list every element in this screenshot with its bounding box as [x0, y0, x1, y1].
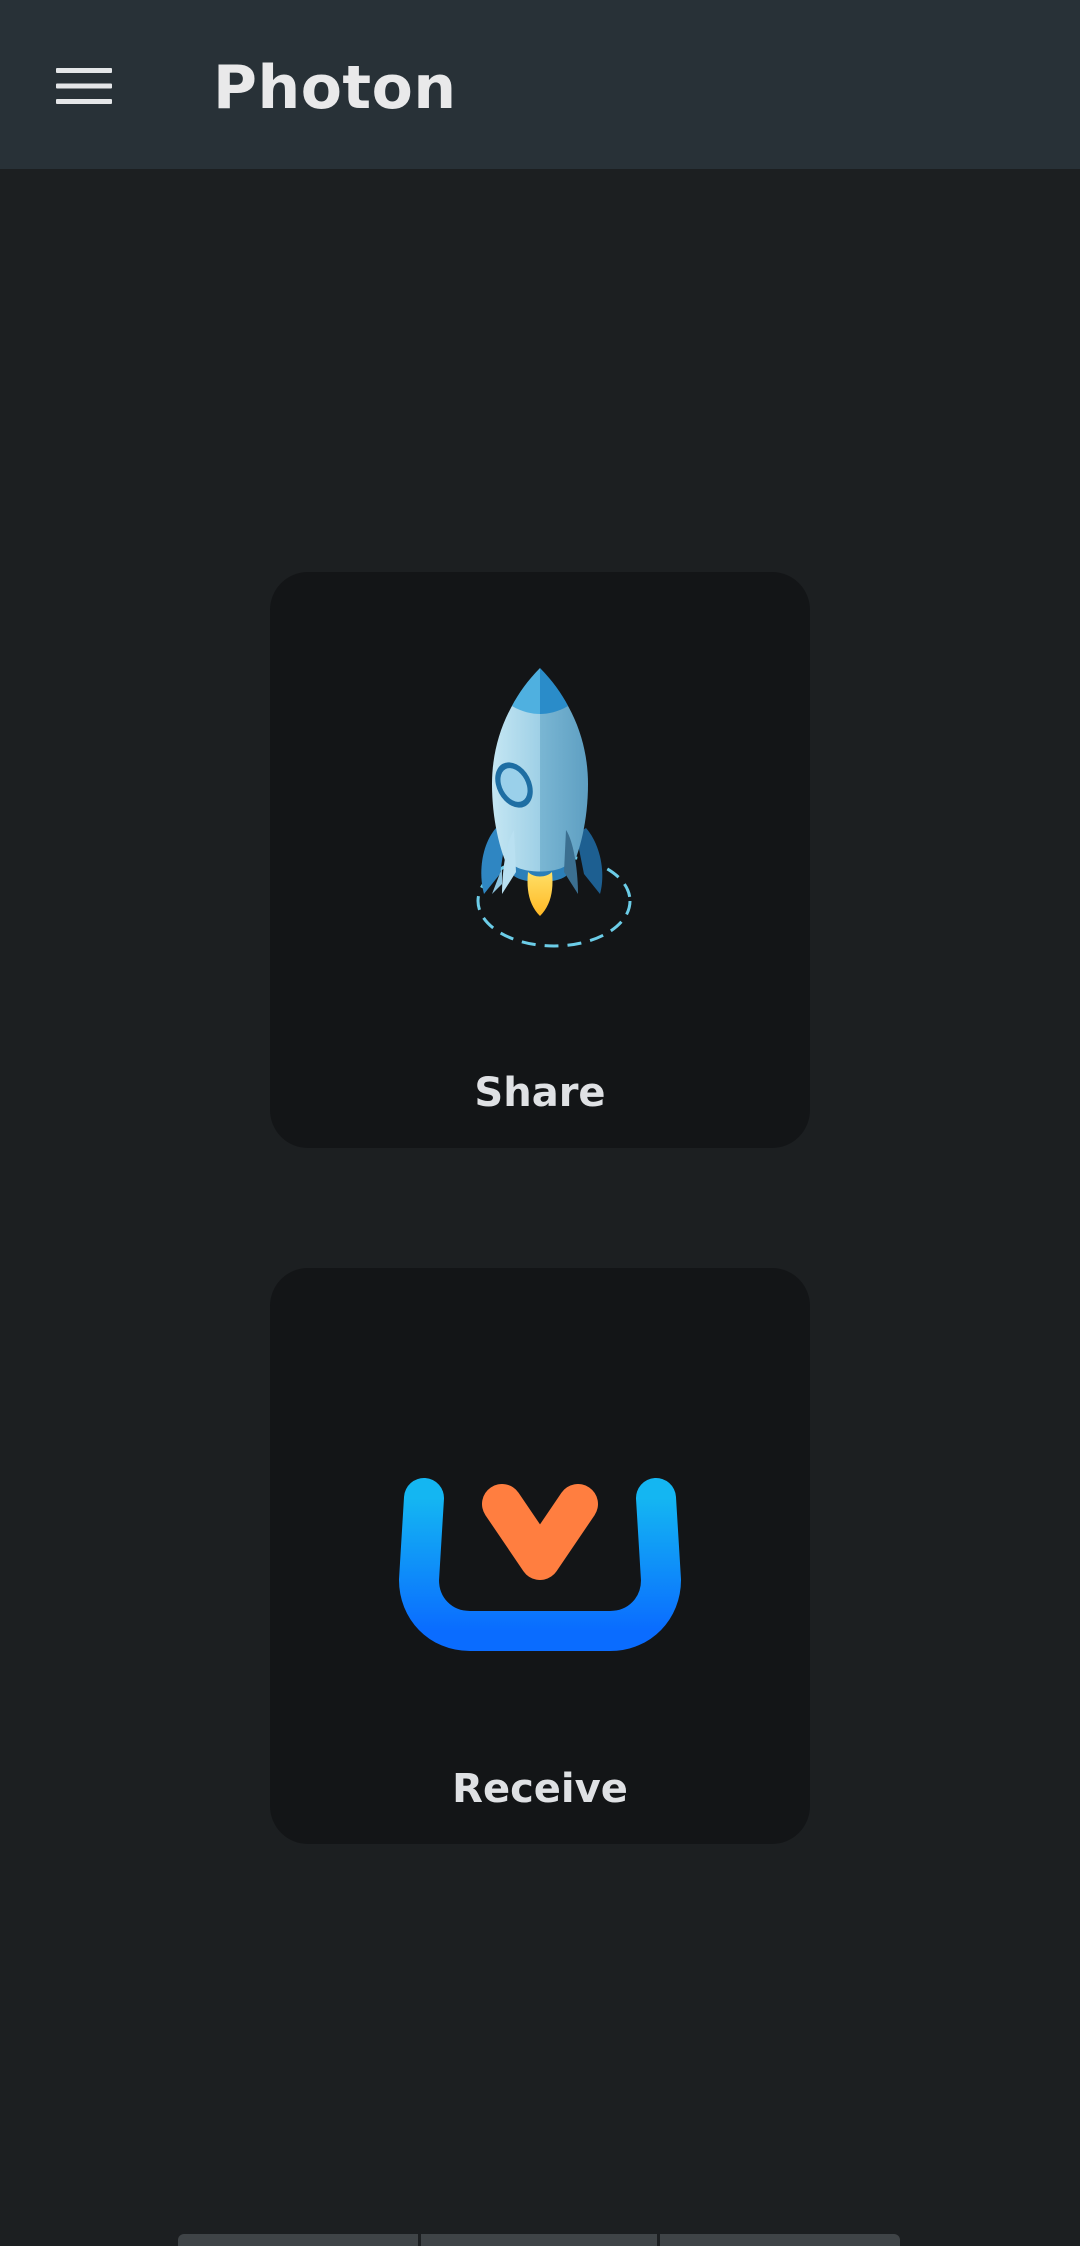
app-root: Photon Share Receive	[0, 0, 1080, 2246]
gesture-bar-center[interactable]	[421, 2234, 657, 2246]
receive-label: Receive	[452, 1766, 628, 1812]
top-app-bar: Photon	[0, 0, 1080, 169]
receive-card[interactable]: Receive	[270, 1268, 810, 1844]
app-title: Photon	[213, 53, 457, 123]
share-card[interactable]: Share	[270, 572, 810, 1148]
download-tray-icon	[399, 1349, 681, 1651]
menu-button[interactable]	[30, 38, 138, 134]
hamburger-menu-icon	[56, 68, 112, 104]
share-label: Share	[474, 1070, 606, 1116]
gesture-bar-left	[178, 2234, 418, 2246]
gesture-bar-right	[660, 2234, 900, 2246]
rocket-icon	[476, 668, 632, 948]
